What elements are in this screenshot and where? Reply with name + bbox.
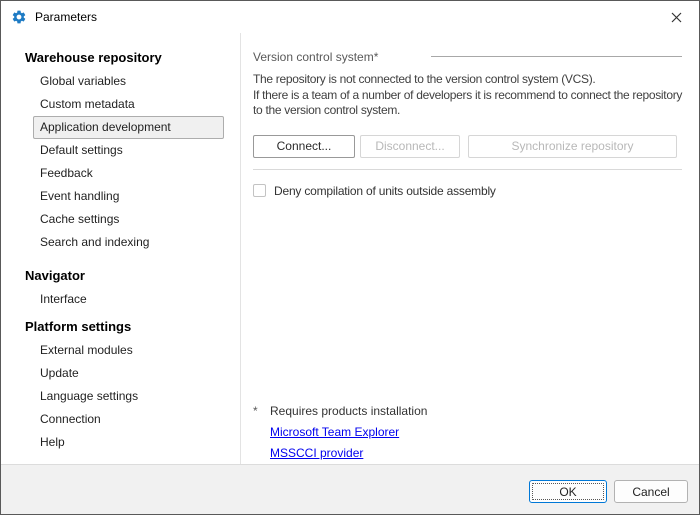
ok-button[interactable]: OK (529, 480, 607, 503)
sidebar-item-language-settings[interactable]: Language settings (33, 385, 224, 408)
footnote-block: * Requires products installation Microso… (253, 404, 427, 461)
title-bar: Parameters (1, 1, 699, 33)
section-separator (253, 169, 682, 170)
sidebar-item-default-settings[interactable]: Default settings (33, 139, 224, 162)
sidebar-item-event-handling[interactable]: Event handling (33, 185, 224, 208)
close-icon (671, 12, 682, 23)
sidebar-item-help[interactable]: Help (33, 431, 224, 454)
footnote-marker: * (253, 404, 270, 419)
window-title: Parameters (35, 10, 97, 24)
group-title: Version control system* (253, 50, 431, 64)
link-msscci-provider[interactable]: MSSCCI provider (270, 446, 427, 461)
disconnect-button: Disconnect... (360, 135, 460, 158)
sidebar-section-platform-settings: Platform settings (1, 315, 240, 339)
deny-compilation-row: Deny compilation of units outside assemb… (253, 184, 682, 198)
sidebar: Warehouse repository Global variables Cu… (1, 33, 241, 464)
cancel-button[interactable]: Cancel (614, 480, 688, 503)
sidebar-section-warehouse-repository: Warehouse repository (1, 46, 240, 70)
parameters-dialog: Parameters Warehouse repository Global v… (0, 0, 700, 515)
sidebar-item-application-development[interactable]: Application development (33, 116, 224, 139)
sidebar-item-feedback[interactable]: Feedback (33, 162, 224, 185)
deny-compilation-checkbox[interactable] (253, 184, 266, 197)
sidebar-item-custom-metadata[interactable]: Custom metadata (33, 93, 224, 116)
synchronize-repository-button: Synchronize repository (468, 135, 677, 158)
vcs-button-row: Connect... Disconnect... Synchronize rep… (253, 135, 682, 158)
sidebar-item-global-variables[interactable]: Global variables (33, 70, 224, 93)
sidebar-item-external-modules[interactable]: External modules (33, 339, 224, 362)
sidebar-item-update[interactable]: Update (33, 362, 224, 385)
group-header: Version control system* (253, 49, 682, 64)
deny-compilation-label: Deny compilation of units outside assemb… (274, 184, 496, 198)
gear-icon (11, 9, 27, 25)
dialog-footer: OK Cancel (1, 464, 699, 514)
sidebar-item-cache-settings[interactable]: Cache settings (33, 208, 224, 231)
sidebar-item-connection[interactable]: Connection (33, 408, 224, 431)
vcs-description: The repository is not connected to the v… (253, 72, 682, 119)
close-button[interactable] (654, 1, 699, 33)
sidebar-item-search-and-indexing[interactable]: Search and indexing (33, 231, 224, 254)
link-microsoft-team-explorer[interactable]: Microsoft Team Explorer (270, 425, 427, 440)
sidebar-item-interface[interactable]: Interface (33, 288, 224, 311)
main-area: Warehouse repository Global variables Cu… (1, 33, 699, 464)
vcs-description-line: The repository is not connected to the v… (253, 72, 682, 88)
settings-panel: Version control system* The repository i… (241, 33, 700, 464)
vcs-description-line: to the version control system. (253, 103, 682, 119)
sidebar-section-navigator: Navigator (1, 264, 240, 288)
vcs-description-line: If there is a team of a number of develo… (253, 88, 682, 104)
connect-button[interactable]: Connect... (253, 135, 355, 158)
footnote-text: Requires products installation (270, 404, 427, 419)
footnote: * Requires products installation (253, 404, 427, 419)
group-header-rule (431, 56, 682, 57)
